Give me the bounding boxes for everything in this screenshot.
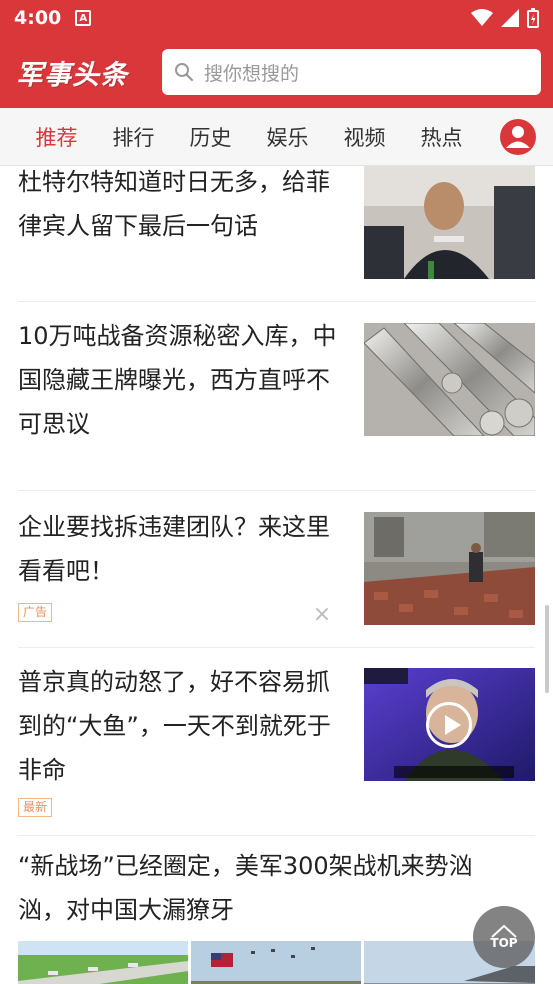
close-icon[interactable]: ×	[312, 604, 332, 626]
user-avatar-icon[interactable]	[499, 118, 537, 156]
tab-hot[interactable]: 热点	[403, 122, 480, 152]
news-item-ad[interactable]: 企业要找拆违建团队？来这里看看吧！ 广告 ×	[0, 491, 553, 647]
news-title: 企业要找拆违建团队？来这里看看吧！	[18, 513, 330, 585]
video-thumbnail	[364, 668, 535, 781]
tab-video[interactable]: 视频	[326, 122, 403, 152]
new-badge: 最新	[18, 798, 53, 817]
notification-icon: A	[75, 10, 92, 26]
news-thumbnail	[364, 166, 535, 279]
search-icon	[175, 63, 194, 82]
signal-icon	[501, 9, 519, 27]
ad-badge: 广告	[18, 603, 53, 622]
scrollbar[interactable]	[545, 605, 549, 693]
news-feed: 杜特尔特知道时日无多，给菲律宾人留下最后一句话 10万吨战备资源秘密入库，中国隐…	[0, 166, 553, 984]
news-item-gallery[interactable]: “新战场”已经圈定，美军300架战机来势汹汹，对中国大漏獠牙	[0, 836, 553, 984]
play-icon[interactable]	[426, 702, 472, 748]
search-placeholder: 搜你想搜的	[204, 62, 300, 85]
wifi-icon	[471, 9, 493, 26]
back-to-top-button[interactable]: TOP	[473, 906, 535, 968]
tab-ranking[interactable]: 排行	[95, 122, 172, 152]
news-title: “新战场”已经圈定，美军300架战机来势汹汹，对中国大漏獠牙	[18, 852, 473, 924]
news-item[interactable]: 10万吨战备资源秘密入库，中国隐藏王牌曝光，西方直呼不可思议	[0, 302, 553, 490]
status-time: 4:00	[14, 7, 62, 29]
news-thumbnail	[364, 323, 535, 436]
app-header: 军事头条 搜你想搜的	[0, 36, 553, 108]
news-title: 杜特尔特知道时日无多，给菲律宾人留下最后一句话	[18, 168, 330, 240]
tab-entertainment[interactable]: 娱乐	[249, 122, 326, 152]
battery-icon	[527, 8, 539, 28]
news-item[interactable]: 杜特尔特知道时日无多，给菲律宾人留下最后一句话	[0, 166, 553, 302]
gallery-image-1	[18, 941, 188, 984]
tab-recommend[interactable]: 推荐	[18, 122, 95, 152]
gallery-image-2	[191, 941, 361, 984]
news-title: 10万吨战备资源秘密入库，中国隐藏王牌曝光，西方直呼不可思议	[18, 322, 337, 438]
category-tabs: 推荐 排行 历史 娱乐 视频 热点	[0, 108, 553, 166]
status-bar: 4:00 A	[0, 0, 553, 36]
search-box[interactable]: 搜你想搜的	[162, 49, 541, 95]
back-to-top-label: TOP	[490, 936, 518, 950]
status-icons	[471, 8, 539, 28]
news-title: 普京真的动怒了，好不容易抓到的“大鱼”，一天不到就死于非命	[18, 668, 331, 784]
news-thumbnail	[364, 512, 535, 625]
news-item-video[interactable]: 普京真的动怒了，好不容易抓到的“大鱼”，一天不到就死于非命 最新	[0, 648, 553, 836]
app-logo: 军事头条	[16, 59, 128, 91]
tab-history[interactable]: 历史	[172, 122, 249, 152]
